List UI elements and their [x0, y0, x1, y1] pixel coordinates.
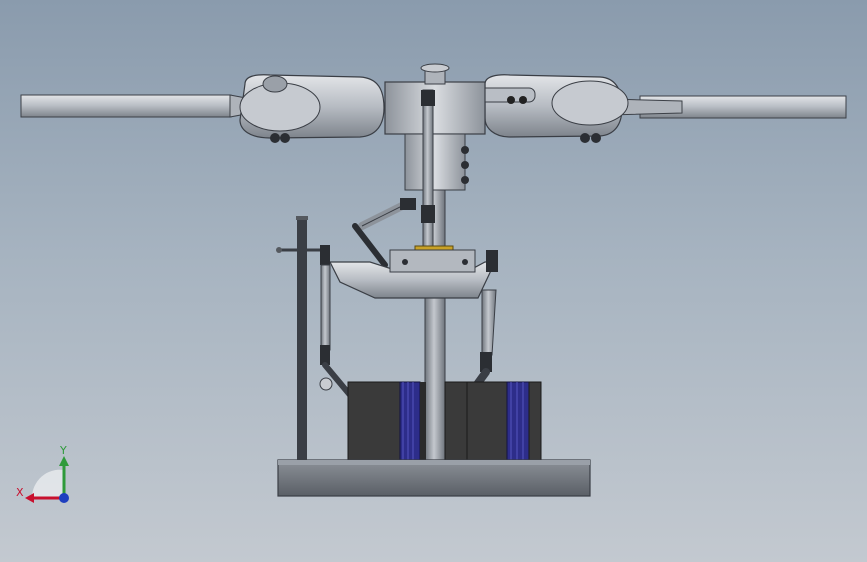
rotor-head-model[interactable]: [0, 0, 867, 562]
coordinate-triad: Y X: [16, 444, 69, 503]
servo-right: [444, 381, 542, 465]
y-axis-label: Y: [59, 444, 67, 457]
rotor-blade-right: [609, 95, 847, 119]
rotor-hub: [384, 63, 486, 191]
x-axis-arrowhead: [25, 493, 34, 503]
rotor-blade-left: [20, 94, 263, 118]
y-axis-arrowhead: [59, 456, 69, 466]
cad-viewport[interactable]: Y X: [0, 0, 867, 562]
pitch-link-hub: [421, 89, 435, 266]
triad-plane: [31, 469, 64, 498]
z-axis-dot: [59, 493, 69, 503]
swashplate: [329, 245, 496, 299]
x-axis-label: X: [16, 486, 24, 499]
servo-left: [347, 381, 426, 465]
blade-grip-left: [239, 74, 385, 143]
base-plate: [277, 459, 591, 497]
